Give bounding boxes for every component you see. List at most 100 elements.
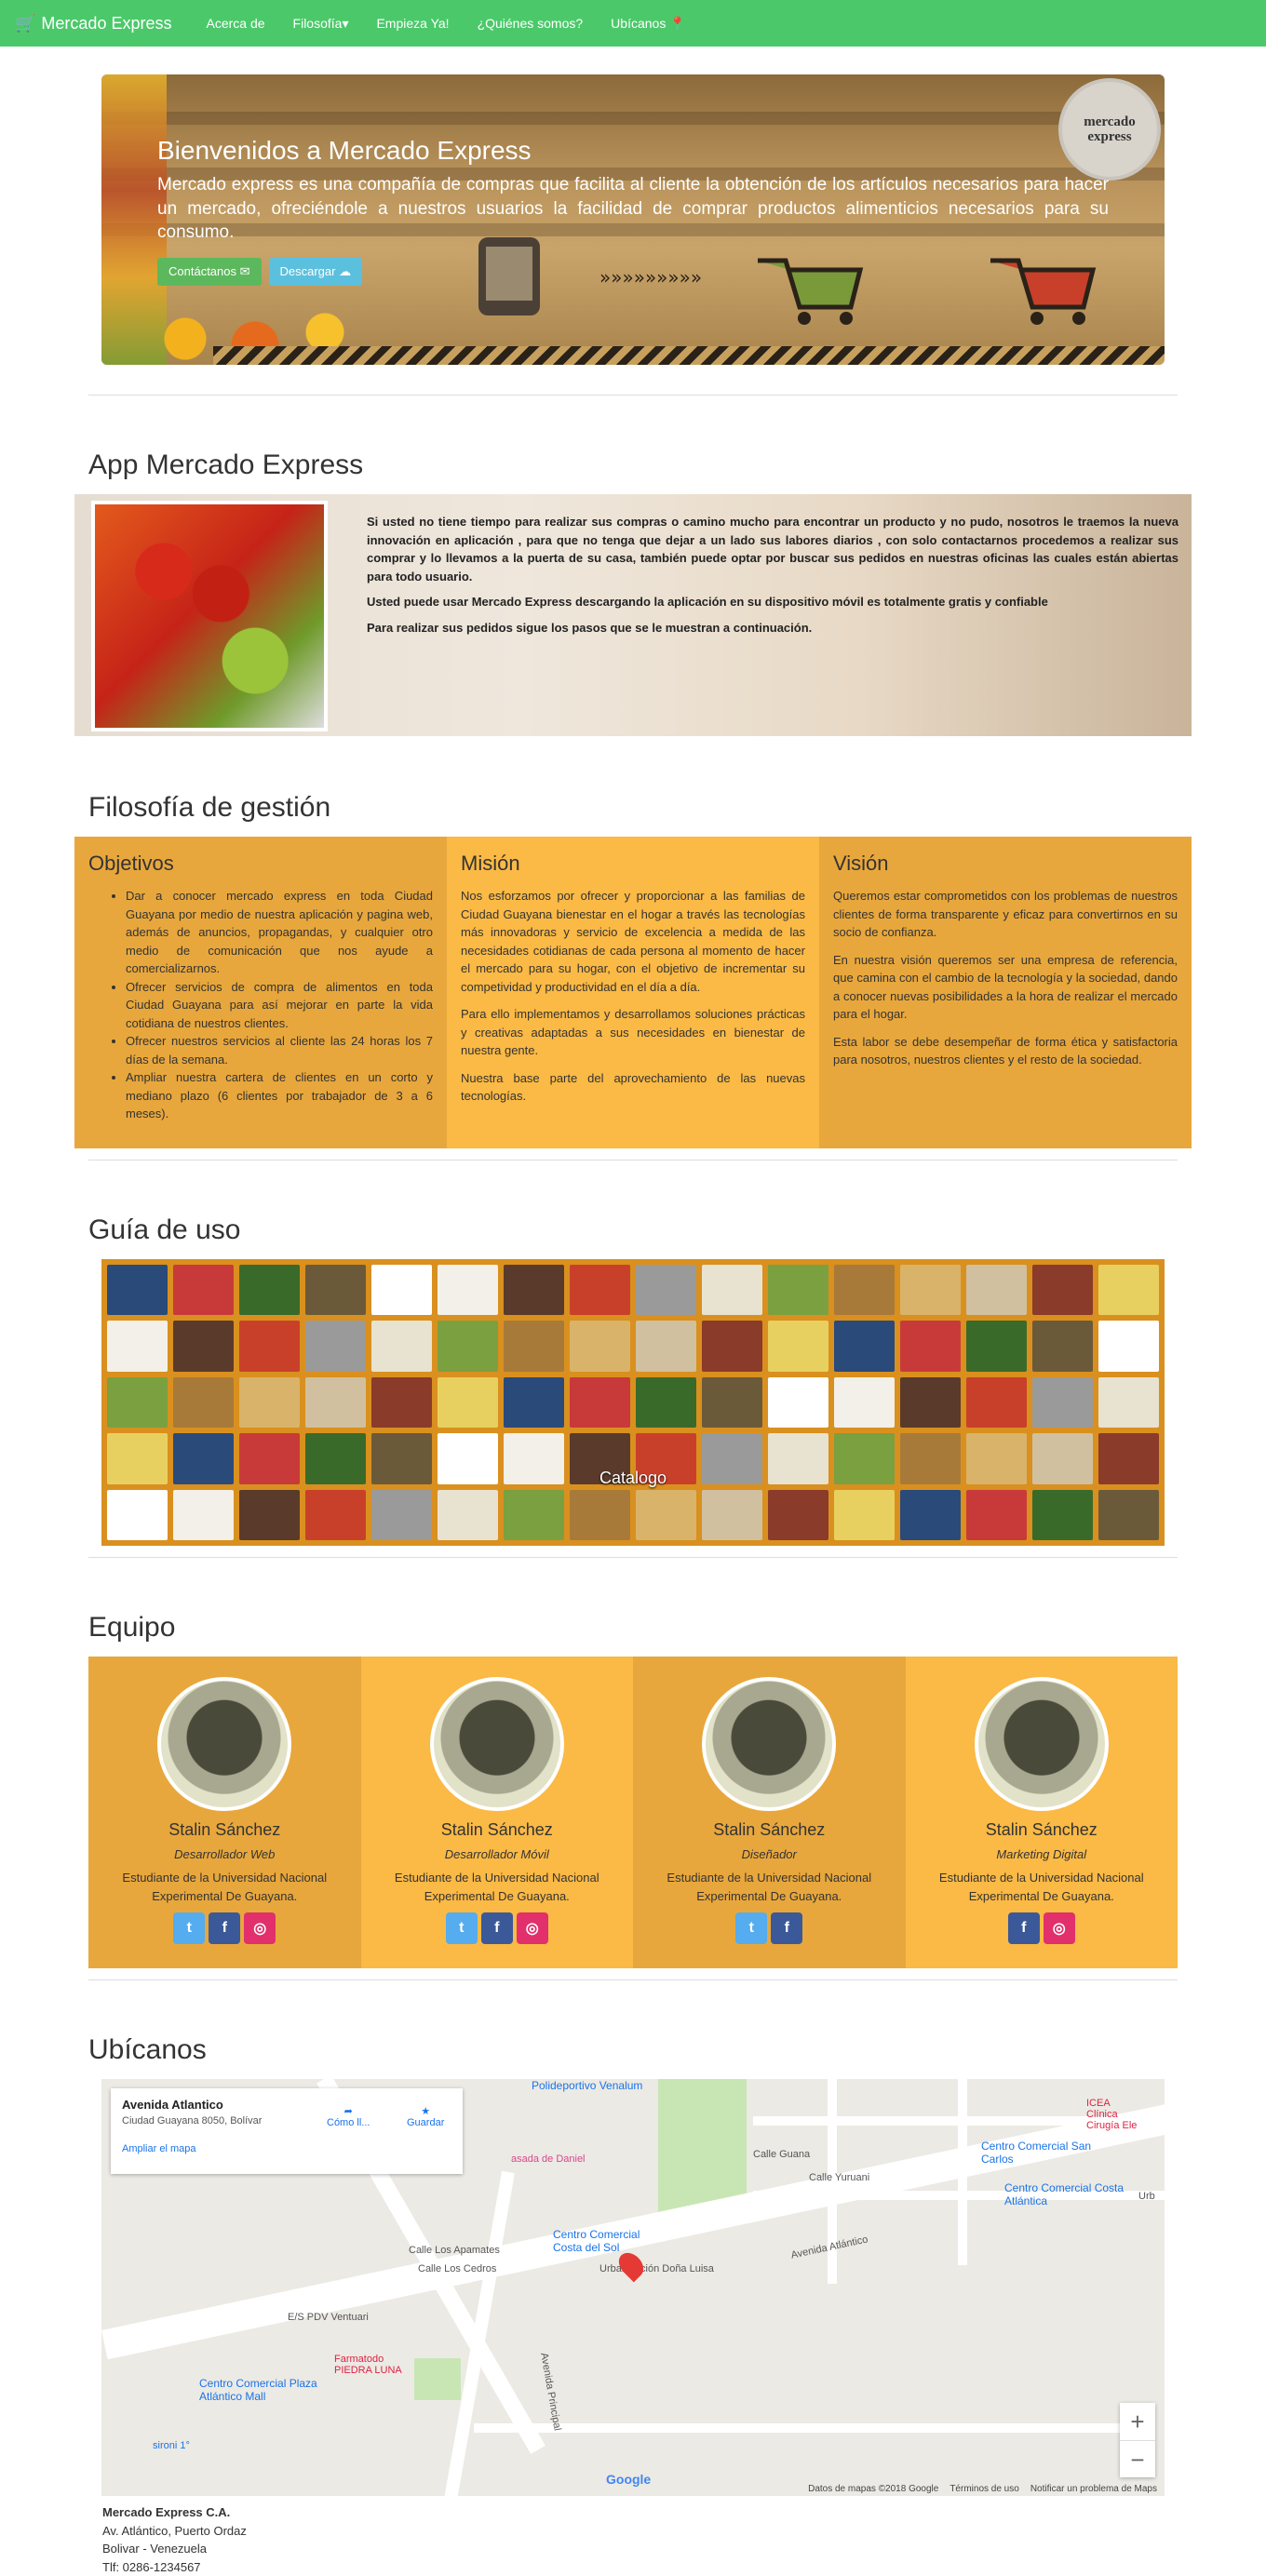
app-section-band: Si usted no tiene tiempo para realizar s…	[74, 494, 1192, 736]
product-tile	[636, 1321, 696, 1371]
social-links: t f ◎	[361, 1912, 634, 1944]
section-divider	[88, 1979, 1178, 1980]
phone-number: Tlf: 0286-1234567	[102, 2558, 1266, 2576]
product-tile	[570, 1377, 630, 1428]
contact-button[interactable]: Contáctanos ✉	[157, 258, 262, 286]
map-footer-data: Datos de mapas ©2018 Google	[808, 2484, 938, 2494]
instagram-icon[interactable]: ◎	[244, 1912, 276, 1944]
map-label-apamates: Calle Los Apamates	[409, 2245, 500, 2256]
mision-paragraph: Nuestra base parte del aprovechamiento d…	[461, 1069, 805, 1106]
product-tile	[107, 1321, 168, 1371]
brand-link[interactable]: 🛒 Mercado Express	[15, 14, 171, 34]
product-tile	[305, 1490, 366, 1540]
embedded-map[interactable]: Avenida Atlantico Ciudad Guayana 8050, B…	[101, 2079, 1165, 2496]
product-tile	[570, 1490, 630, 1540]
facebook-icon[interactable]: f	[481, 1912, 513, 1944]
directions-button[interactable]: ➦ Cómo ll...	[327, 2105, 370, 2128]
instagram-icon[interactable]: ◎	[517, 1912, 548, 1944]
team-member-card: Stalin Sánchez Diseñador Estudiante de l…	[633, 1657, 906, 1968]
enlarge-map-link[interactable]: Ampliar el mapa	[122, 2143, 451, 2154]
carousel-caption: Catalogo	[101, 1469, 1165, 1488]
product-tile	[1098, 1377, 1159, 1428]
app-paragraph-1: Si usted no tiene tiempo para realizar s…	[367, 513, 1178, 585]
team-grid: Stalin Sánchez Desarrollador Web Estudia…	[88, 1657, 1178, 1968]
address-line: Av. Atlántico, Puerto Ordaz	[102, 2522, 1266, 2541]
product-tile	[504, 1321, 564, 1371]
save-button[interactable]: ★ Guardar	[407, 2105, 444, 2128]
product-tile	[504, 1490, 564, 1540]
product-tile	[702, 1377, 762, 1428]
hero-description: Mercado express es una compañía de compr…	[157, 173, 1109, 245]
map-label-cc-plaza: Centro Comercial Plaza Atlántico Mall	[199, 2377, 320, 2403]
nav-item-quienes[interactable]: ¿Quiénes somos?	[478, 16, 584, 31]
hero-title: Bienvenidos a Mercado Express	[157, 136, 1109, 166]
product-tile	[900, 1265, 961, 1315]
product-tile	[768, 1265, 828, 1315]
facebook-icon[interactable]: f	[1008, 1912, 1040, 1944]
zoom-in-button[interactable]: +	[1120, 2403, 1155, 2440]
nav-item-ubicanos[interactable]: Ubícanos 📍	[611, 16, 685, 32]
nav-item-ubicanos-label: Ubícanos	[611, 16, 666, 31]
member-description: Estudiante de la Universidad Nacional Ex…	[361, 1869, 634, 1905]
section-divider	[88, 395, 1178, 396]
social-links: t f	[633, 1912, 906, 1944]
map-label-rioni: sironi 1°	[153, 2440, 190, 2451]
product-tile	[900, 1490, 961, 1540]
mision-paragraph: Nos esforzamos por ofrecer y proporciona…	[461, 887, 805, 996]
mision-paragraph: Para ello implementamos y desarrollamos …	[461, 1005, 805, 1060]
catalog-carousel[interactable]: Catalogo	[101, 1259, 1165, 1546]
contact-info: Mercado Express C.A. Av. Atlántico, Puer…	[102, 2503, 1266, 2576]
list-item: Dar a conocer mercado express en toda Ci…	[126, 887, 433, 978]
avatar	[430, 1677, 564, 1811]
nav-item-filosofia[interactable]: Filosofía▾	[293, 16, 349, 32]
product-tile	[438, 1377, 498, 1428]
product-tile	[173, 1377, 234, 1428]
hero-conveyor-belt	[213, 346, 1165, 365]
product-tile	[900, 1321, 961, 1371]
section-title-app: App Mercado Express	[88, 449, 1266, 481]
product-tile	[438, 1265, 498, 1315]
app-paragraph-2: Usted puede usar Mercado Express descarg…	[367, 593, 1178, 611]
directions-icon: ➦	[327, 2105, 370, 2117]
company-name: Mercado Express C.A.	[102, 2503, 1266, 2522]
hero-stripe	[101, 112, 1165, 125]
twitter-icon[interactable]: t	[446, 1912, 478, 1944]
nav-item-acerca[interactable]: Acerca de	[206, 16, 264, 31]
navbar: 🛒 Mercado Express Acerca de Filosofía▾ E…	[0, 0, 1266, 47]
map-footer-report[interactable]: Notificar un problema de Maps	[1030, 2484, 1157, 2494]
map-footer-terms[interactable]: Términos de uso	[950, 2484, 1018, 2494]
avatar	[702, 1677, 836, 1811]
hero-content: Bienvenidos a Mercado Express Mercado ex…	[157, 136, 1109, 286]
nav-item-empieza[interactable]: Empieza Ya!	[376, 16, 449, 31]
product-tile	[1098, 1490, 1159, 1540]
download-button[interactable]: Descargar ☁	[269, 258, 363, 286]
map-marker-icon: 📍	[669, 16, 685, 31]
instagram-icon[interactable]: ◎	[1044, 1912, 1075, 1944]
vision-column: Visión Queremos estar comprometidos con …	[819, 837, 1192, 1148]
product-tile	[834, 1321, 895, 1371]
product-tile	[570, 1265, 630, 1315]
product-tile	[966, 1490, 1027, 1540]
twitter-icon[interactable]: t	[173, 1912, 205, 1944]
product-tile	[107, 1490, 168, 1540]
product-tile	[570, 1321, 630, 1371]
map-footer: Datos de mapas ©2018 Google Términos de …	[808, 2484, 1157, 2494]
product-tile	[768, 1321, 828, 1371]
product-tile	[504, 1377, 564, 1428]
app-description: Si usted no tiene tiempo para realizar s…	[367, 513, 1178, 644]
product-tile	[107, 1377, 168, 1428]
product-tile	[834, 1265, 895, 1315]
zoom-out-button[interactable]: −	[1120, 2440, 1155, 2477]
member-name: Stalin Sánchez	[906, 1820, 1178, 1840]
facebook-icon[interactable]: f	[209, 1912, 240, 1944]
product-tile	[438, 1490, 498, 1540]
twitter-icon[interactable]: t	[735, 1912, 767, 1944]
member-name: Stalin Sánchez	[361, 1820, 634, 1840]
map-label-icea: ICEA Clínica Cirugía Ele	[1086, 2098, 1142, 2131]
product-tile	[1098, 1321, 1159, 1371]
facebook-icon[interactable]: f	[771, 1912, 802, 1944]
vision-paragraph: Queremos estar comprometidos con los pro…	[833, 887, 1178, 942]
objetivos-title: Objetivos	[88, 852, 433, 876]
section-divider	[88, 1557, 1178, 1558]
product-tile	[173, 1321, 234, 1371]
